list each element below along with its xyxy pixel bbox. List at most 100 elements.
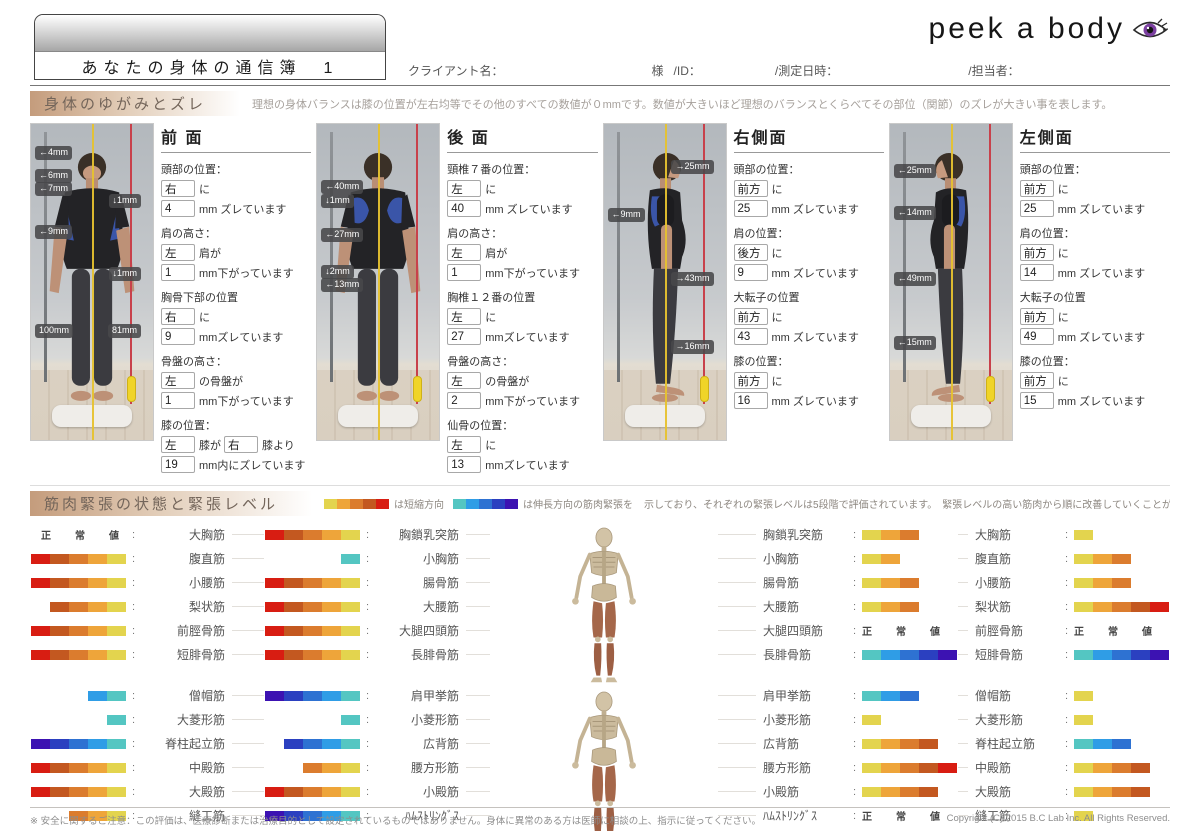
value-box[interactable]: 右 bbox=[161, 180, 195, 197]
tension-segment bbox=[107, 626, 126, 636]
value-box[interactable]: 25 bbox=[734, 200, 768, 217]
leader-line bbox=[466, 719, 490, 720]
measurement-label: 膝の位置： bbox=[1020, 353, 1170, 369]
eye-icon bbox=[1132, 17, 1168, 41]
value-box[interactable]: 4 bbox=[161, 200, 195, 217]
muscle-row: : 小殿筋 bbox=[264, 784, 490, 799]
measurement-rows: 左 肩が 1 mm下が bbox=[447, 244, 597, 281]
measurement-label: 胸骨下部の位置 bbox=[161, 289, 311, 305]
value-box[interactable]: 前方 bbox=[1020, 180, 1054, 197]
measurement-row: 後方 に bbox=[734, 244, 884, 261]
value-box[interactable]: 1 bbox=[161, 392, 195, 409]
value-box[interactable]: 左 bbox=[447, 180, 481, 197]
muscle-row: 大腰筋 : bbox=[718, 599, 958, 614]
measurement-label: 肩の高さ： bbox=[161, 225, 311, 241]
measurement-rows: 前方 に 16 mm bbox=[734, 372, 884, 409]
colon: : bbox=[132, 738, 135, 750]
value-suffix: 肩が bbox=[485, 245, 507, 261]
tension-segment bbox=[88, 650, 107, 660]
tension-segment bbox=[862, 739, 881, 749]
value-box[interactable]: 前方 bbox=[1020, 308, 1054, 325]
colon: : bbox=[1065, 553, 1068, 565]
value-box[interactable]: 左 bbox=[447, 436, 481, 453]
tension-bar bbox=[264, 715, 360, 725]
value-box[interactable]: 左 bbox=[161, 244, 195, 261]
muscle-row: : 腰方形筋 bbox=[264, 760, 490, 775]
muscle-name: 梨状筋 bbox=[141, 598, 225, 615]
measurement-rows: 左 に 27 mmズレ bbox=[447, 308, 597, 345]
tension-segment bbox=[284, 650, 303, 660]
value-box[interactable]: 2 bbox=[447, 392, 481, 409]
panel-measurements: 後 面 頸椎７番の位置： 左 bbox=[447, 123, 597, 476]
value-box[interactable]: 9 bbox=[161, 328, 195, 345]
tension-segment bbox=[69, 554, 88, 564]
measurement-group: 肩の高さ： 左 肩が bbox=[161, 225, 311, 281]
value-box[interactable]: 15 bbox=[1020, 392, 1054, 409]
value-box[interactable]: 右 bbox=[224, 436, 258, 453]
tension-segment bbox=[1112, 763, 1131, 773]
value-box[interactable]: 右 bbox=[161, 308, 195, 325]
value-box[interactable]: 左 bbox=[161, 436, 195, 453]
tension-segment bbox=[50, 626, 69, 636]
muscle-row: 肩甲挙筋 : bbox=[718, 688, 958, 703]
value-box[interactable]: 19 bbox=[161, 456, 195, 473]
muscle-column-inner-right: 胸鎖乳突筋 : bbox=[718, 527, 958, 831]
posture-panels: ←4mm ←6mm ←7mm ↓1mm ←9mm ↓1mm bbox=[30, 123, 1170, 486]
muscle-row: : 大腿四頭筋 bbox=[264, 623, 490, 638]
posture-panel: ←4mm ←6mm ←7mm ↓1mm ←9mm ↓1mm bbox=[30, 123, 311, 476]
value-box[interactable]: 左 bbox=[447, 308, 481, 325]
leader-line bbox=[958, 791, 968, 792]
value-box[interactable]: 前方 bbox=[734, 372, 768, 389]
leader-line bbox=[466, 743, 490, 744]
report-tab[interactable]: あなたの身体の通信簿 1 bbox=[34, 14, 386, 80]
value-box[interactable]: 左 bbox=[161, 372, 195, 389]
tension-segment bbox=[1074, 715, 1093, 725]
value-box[interactable]: 49 bbox=[1020, 328, 1054, 345]
leader-line bbox=[232, 767, 264, 768]
muscle-row: : 大菱形筋 bbox=[30, 712, 264, 727]
leader-line bbox=[718, 767, 756, 768]
leader-line bbox=[466, 606, 490, 607]
value-box[interactable]: 左 bbox=[447, 372, 481, 389]
tension-segment bbox=[303, 530, 322, 540]
value-box[interactable]: 前方 bbox=[1020, 244, 1054, 261]
measurement-chip: ↓1mm bbox=[321, 194, 354, 208]
tension-segment bbox=[919, 787, 938, 797]
value-box[interactable]: 後方 bbox=[734, 244, 768, 261]
value-box[interactable]: 40 bbox=[447, 200, 481, 217]
tension-segment bbox=[1074, 650, 1093, 660]
tension-segment bbox=[303, 626, 322, 636]
value-box[interactable]: 27 bbox=[447, 328, 481, 345]
tension-bar bbox=[264, 530, 360, 540]
colon: : bbox=[1065, 690, 1068, 702]
measure-date-label: /測定日時： bbox=[775, 62, 838, 79]
value-box[interactable]: 25 bbox=[1020, 200, 1054, 217]
muscle-name: 僧帽筋 bbox=[975, 687, 1059, 704]
value-box[interactable]: 1 bbox=[161, 264, 195, 281]
value-box[interactable]: 16 bbox=[734, 392, 768, 409]
value-box[interactable]: 14 bbox=[1020, 264, 1054, 281]
muscle-row: 小胸筋 : bbox=[718, 551, 958, 566]
panel-title: 後 面 bbox=[447, 124, 597, 153]
measurement-chip: 81mm bbox=[108, 324, 141, 338]
value-box[interactable]: 左 bbox=[447, 244, 481, 261]
value-box[interactable]: 43 bbox=[734, 328, 768, 345]
tension-segment bbox=[50, 554, 69, 564]
muscle-name: 大胸筋 bbox=[975, 526, 1059, 543]
tension-segment bbox=[1093, 763, 1112, 773]
section-muscle-tension: 筋肉緊張の状態と緊張レベル は短縮方向 は伸長方向の筋肉緊張を 示しており、それ… bbox=[30, 491, 1170, 831]
value-suffix: に bbox=[485, 437, 496, 453]
value-box[interactable]: 9 bbox=[734, 264, 768, 281]
value-box[interactable]: 前方 bbox=[734, 180, 768, 197]
tension-bar bbox=[1074, 787, 1170, 797]
value-box[interactable]: 前方 bbox=[1020, 372, 1054, 389]
leader-line bbox=[466, 767, 490, 768]
value-box[interactable]: 1 bbox=[447, 264, 481, 281]
safety-note: ※ 安全に関するご注意：この評価は、医療診断または治療目的として設定されているも… bbox=[30, 813, 761, 827]
value-suffix: 膝より bbox=[262, 437, 295, 453]
value-box[interactable]: 前方 bbox=[734, 308, 768, 325]
muscle-row: : 中殿筋 bbox=[30, 760, 264, 775]
muscle-name: 脊柱起立筋 bbox=[141, 735, 225, 752]
tension-segment bbox=[1074, 787, 1093, 797]
value-box[interactable]: 13 bbox=[447, 456, 481, 473]
